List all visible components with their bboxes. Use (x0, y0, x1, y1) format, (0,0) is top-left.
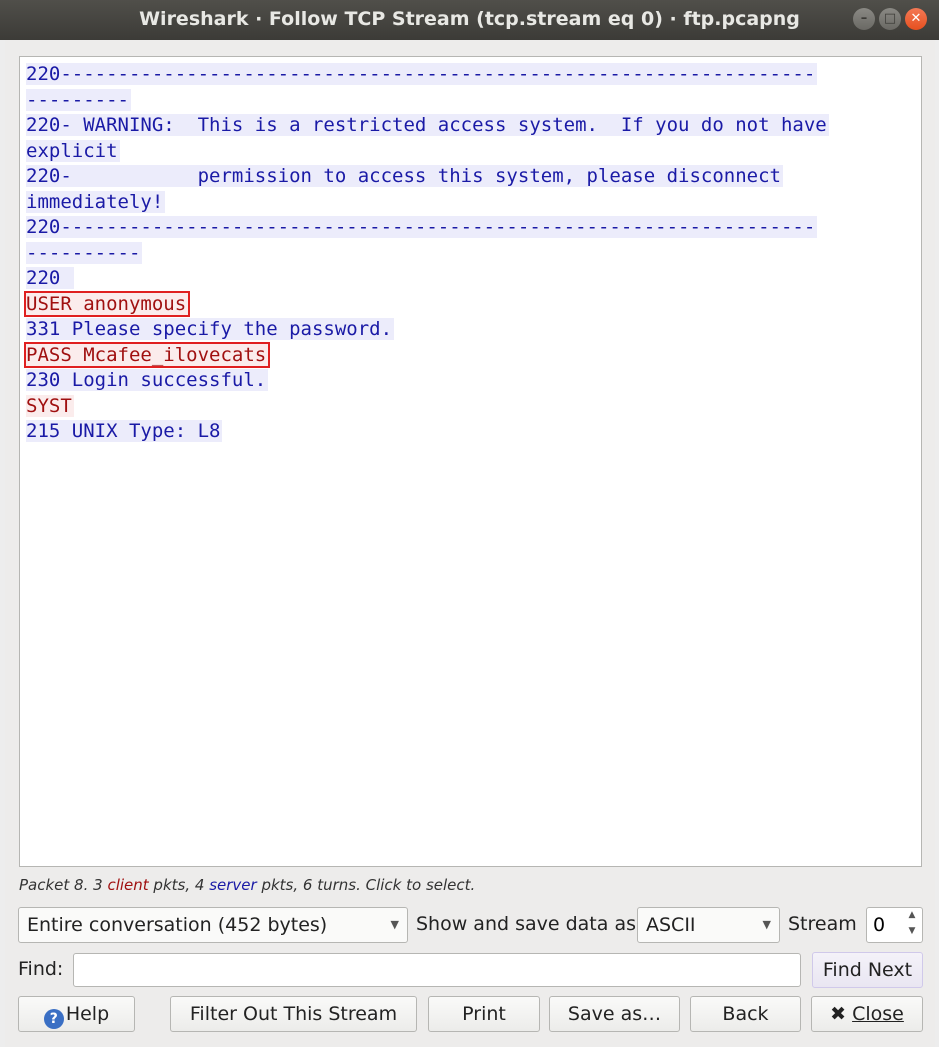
spin-down-icon[interactable]: ▼ (904, 926, 920, 941)
print-label: Print (462, 1003, 506, 1025)
format-select-value: ASCII (646, 914, 696, 936)
find-input[interactable] (73, 953, 801, 987)
conversation-select-value: Entire conversation (452 bytes) (27, 914, 328, 936)
server-line[interactable]: --------- (26, 88, 915, 114)
filter-out-button[interactable]: Filter Out This Stream (170, 996, 417, 1032)
client-line[interactable]: USER anonymous (23, 290, 915, 318)
server-line[interactable]: 220-------------------------------------… (26, 62, 915, 88)
server-line[interactable]: 220 (26, 266, 915, 292)
line-text: immediately! (26, 190, 166, 213)
line-text: 220- permission to access this system, p… (26, 165, 783, 187)
server-line[interactable]: 215 UNIX Type: L8 (26, 419, 915, 445)
status-server: server (209, 876, 257, 894)
help-icon: ? (43, 1009, 64, 1029)
line-text: 331 Please specify the password. (26, 318, 395, 340)
minimize-icon[interactable]: – (853, 8, 875, 30)
close-label: Close (852, 1003, 904, 1025)
server-line[interactable]: ---------- (26, 241, 915, 267)
filter-out-label: Filter Out This Stream (189, 1003, 398, 1025)
line-text: --------- (26, 88, 131, 111)
status-prefix: Packet 8. 3 (19, 876, 108, 894)
line-text: 220 (26, 267, 74, 289)
find-next-label: Find Next (822, 959, 913, 981)
highlighted-credential: PASS Mcafee_ilovecats (23, 341, 271, 368)
maximize-icon[interactable]: □ (879, 8, 901, 30)
status-middle: pkts, 4 (148, 876, 210, 894)
close-button[interactable]: ✖ Close (811, 996, 923, 1032)
print-button[interactable]: Print (428, 996, 540, 1032)
line-text: 230 Login successful. (26, 369, 269, 391)
help-button[interactable]: ? Help (18, 996, 135, 1032)
show-data-label: Show and save data as (416, 913, 636, 935)
title-bar: Wireshark · Follow TCP Stream (tcp.strea… (0, 0, 939, 40)
chevron-down-icon: ▼ (390, 918, 399, 931)
line-text: SYST (26, 394, 74, 417)
stream-label: Stream (788, 913, 857, 935)
help-label: Help (65, 1003, 110, 1025)
server-line[interactable]: 230 Login successful. (26, 368, 915, 394)
status-client: client (107, 876, 149, 894)
find-next-button[interactable]: Find Next (812, 952, 923, 988)
save-as-button[interactable]: Save as… (549, 996, 680, 1032)
line-text: 215 UNIX Type: L8 (26, 420, 223, 442)
back-label: Back (722, 1003, 769, 1025)
close-window-icon[interactable]: ✕ (905, 8, 927, 30)
format-select[interactable]: ASCII ▼ (637, 907, 780, 943)
find-label: Find: (18, 958, 64, 980)
stream-text-view[interactable]: 220-------------------------------------… (19, 56, 922, 867)
client-line[interactable]: SYST (26, 394, 915, 420)
window-title: Wireshark · Follow TCP Stream (tcp.strea… (139, 8, 800, 30)
server-line[interactable]: explicit (26, 139, 915, 165)
server-line[interactable]: 220-------------------------------------… (26, 215, 915, 241)
back-button[interactable]: Back (690, 996, 801, 1032)
status-line[interactable]: Packet 8. 3 client pkts, 4 server pkts, … (19, 876, 475, 894)
server-line[interactable]: 220- WARNING: This is a restricted acces… (26, 113, 915, 139)
line-text: 220-------------------------------------… (26, 216, 818, 238)
highlighted-credential: USER anonymous (23, 290, 191, 317)
server-line[interactable]: 331 Please specify the password. (26, 317, 915, 343)
chevron-down-icon: ▼ (762, 918, 771, 931)
line-text: 220-------------------------------------… (26, 63, 818, 85)
save-as-label: Save as… (567, 1003, 662, 1025)
conversation-select[interactable]: Entire conversation (452 bytes) ▼ (18, 907, 408, 943)
client-line[interactable]: PASS Mcafee_ilovecats (23, 341, 915, 369)
server-line[interactable]: immediately! (26, 190, 915, 216)
follow-stream-dialog: 220-------------------------------------… (5, 40, 935, 1047)
line-text: explicit (26, 139, 120, 162)
server-line[interactable]: 220- permission to access this system, p… (26, 164, 915, 190)
status-suffix: pkts, 6 turns. Click to select. (256, 876, 476, 894)
line-text: 220- WARNING: This is a restricted acces… (26, 114, 829, 136)
close-icon: ✖ (830, 1003, 847, 1025)
stream-spinner[interactable]: 0 ▲ ▼ (866, 907, 923, 943)
spin-up-icon[interactable]: ▲ (904, 910, 920, 925)
line-text: ---------- (26, 241, 143, 264)
stream-spinner-value: 0 (873, 914, 886, 936)
